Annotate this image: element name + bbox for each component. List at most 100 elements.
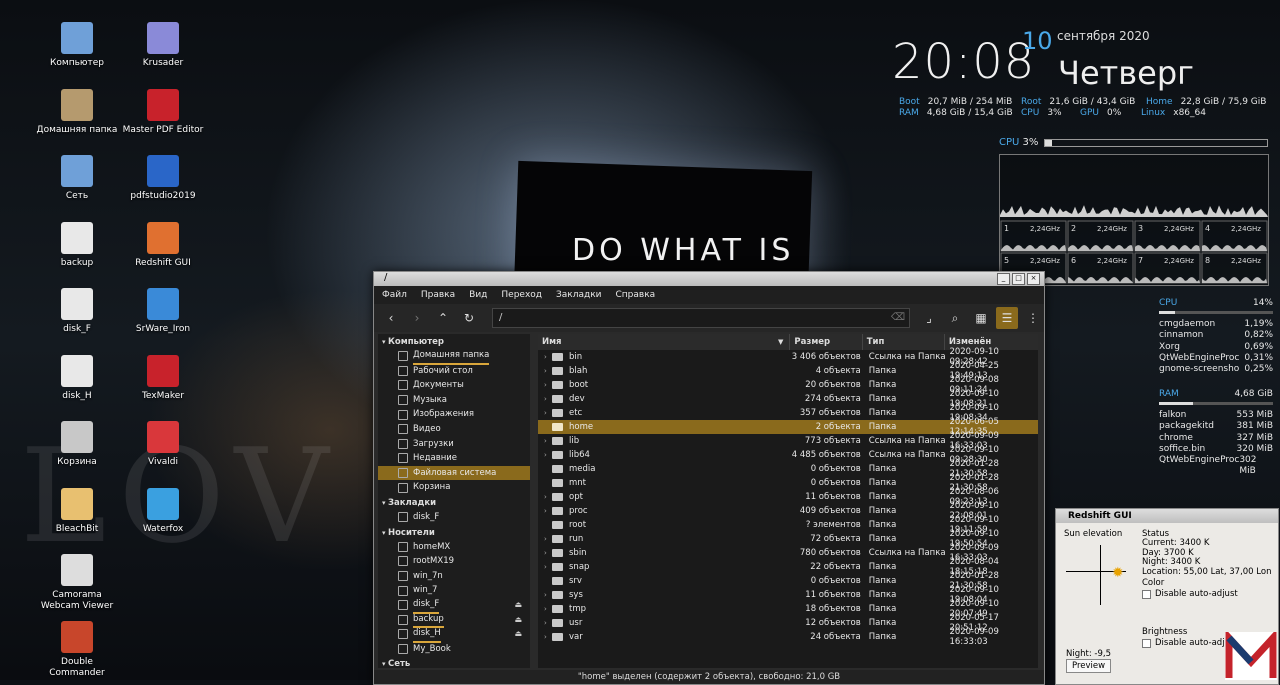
- sidebar-item[interactable]: disk_H ⏏: [378, 627, 530, 643]
- minimize-button[interactable]: _: [997, 273, 1010, 285]
- sidebar-item[interactable]: My_Book: [378, 642, 530, 657]
- type-cell: Папка: [868, 408, 897, 418]
- desktop-icon[interactable]: Camorama Webcam Viewer: [32, 554, 122, 612]
- disable-color-checkbox[interactable]: Disable auto-adjust: [1142, 589, 1238, 599]
- file-row[interactable]: › var 24 объекта Папка 2020-09-09 16:33:03: [538, 627, 1038, 647]
- sidebar-section-header[interactable]: ▾ Закладки: [378, 495, 530, 510]
- expander-icon[interactable]: ›: [544, 619, 552, 627]
- expander-icon[interactable]: ›: [544, 409, 552, 417]
- eject-icon[interactable]: ⏏: [514, 613, 522, 628]
- desktop-icon[interactable]: Vivaldi: [118, 421, 208, 468]
- folder-icon: [552, 465, 563, 473]
- desktop-icon[interactable]: BleachBit: [32, 487, 122, 535]
- column-size[interactable]: Размер: [790, 334, 863, 350]
- expander-icon[interactable]: ›: [544, 437, 552, 445]
- expander-icon[interactable]: ›: [544, 549, 552, 557]
- expander-icon[interactable]: ›: [544, 591, 552, 599]
- desktop-icon[interactable]: Waterfox: [118, 487, 208, 535]
- sidebar-section-header[interactable]: ▾ Сеть: [378, 656, 530, 668]
- desktop-icon[interactable]: Компьютер: [32, 22, 122, 69]
- sidebar-item-label: disk_F: [413, 511, 440, 522]
- sidebar-item[interactable]: disk_F ⏏: [378, 598, 530, 614]
- name-cell: › tmp: [538, 604, 790, 614]
- expander-icon[interactable]: ›: [544, 367, 552, 375]
- up-icon[interactable]: ⌃: [432, 307, 454, 329]
- drive-icon: [398, 629, 408, 640]
- expander-icon[interactable]: ›: [544, 381, 552, 389]
- network-icon: [61, 155, 93, 187]
- sidebar-item[interactable]: win_7n: [378, 569, 530, 584]
- name-cell: › var: [538, 632, 790, 642]
- current-value: 3400 K: [1179, 538, 1210, 548]
- sidebar-item[interactable]: Музыка: [378, 393, 530, 408]
- sidebar-item[interactable]: Корзина: [378, 480, 530, 495]
- eject-icon[interactable]: ⏏: [514, 598, 522, 613]
- sidebar-item-label: win_7n: [413, 570, 443, 581]
- desktop-icon[interactable]: Redshift GUI: [118, 221, 208, 269]
- desktop-icon[interactable]: TexMaker: [118, 354, 208, 402]
- sidebar-item[interactable]: Рабочий стол: [378, 364, 530, 379]
- desktop-icon[interactable]: Корзина: [32, 421, 122, 468]
- menu-item[interactable]: Правка: [421, 290, 455, 300]
- close-button[interactable]: ×: [1027, 273, 1040, 285]
- expander-icon[interactable]: ›: [544, 535, 552, 543]
- path-input[interactable]: / ⌫: [492, 308, 910, 328]
- clear-path-icon[interactable]: ⌫: [891, 309, 905, 327]
- desktop-icon[interactable]: disk_H: [32, 354, 122, 402]
- desktop-icon[interactable]: Домашняя папка: [32, 88, 122, 136]
- sidebar-section-header[interactable]: ▾ Компьютер: [378, 334, 530, 349]
- reload-icon[interactable]: ↻: [458, 307, 480, 329]
- sidebar-item[interactable]: Изображения: [378, 407, 530, 422]
- terminal-icon[interactable]: ⌟: [918, 307, 940, 329]
- sidebar-item[interactable]: win_7: [378, 583, 530, 598]
- desktop-icon[interactable]: backup: [32, 221, 122, 269]
- menu-item[interactable]: Вид: [469, 290, 487, 300]
- menu-item[interactable]: Файл: [382, 290, 407, 300]
- sidebar-item[interactable]: backup ⏏: [378, 613, 530, 629]
- desktop-icon[interactable]: disk_F: [32, 288, 122, 335]
- expander-icon[interactable]: ›: [544, 507, 552, 515]
- desktop-icon[interactable]: SrWare_Iron: [118, 288, 208, 335]
- sidebar-item[interactable]: Загрузки: [378, 437, 530, 452]
- desktop-icon[interactable]: pdfstudio2019: [118, 155, 208, 202]
- column-name[interactable]: Имя ▼: [538, 334, 791, 350]
- checkbox-box[interactable]: [1142, 589, 1151, 599]
- desktop-icon[interactable]: Master PDF Editor: [118, 88, 208, 136]
- column-type[interactable]: Тип: [863, 334, 945, 350]
- sidebar-item[interactable]: Видео: [378, 422, 530, 437]
- sidebar-item[interactable]: Файловая система: [378, 465, 530, 481]
- desktop-icon[interactable]: Double Commander: [32, 620, 122, 679]
- expander-icon[interactable]: ›: [544, 633, 552, 641]
- back-icon[interactable]: ‹: [380, 307, 402, 329]
- menu-item[interactable]: Справка: [616, 290, 656, 300]
- preview-button[interactable]: Preview: [1066, 659, 1112, 673]
- sidebar-section-header[interactable]: ▾ Носители: [378, 525, 530, 540]
- disable-brightness-checkbox[interactable]: Disable auto-adjust: [1142, 638, 1238, 648]
- sidebar-item[interactable]: Документы: [378, 378, 530, 393]
- sidebar-item[interactable]: Домашняя папка: [378, 349, 530, 365]
- expander-icon[interactable]: ›: [544, 395, 552, 403]
- search-icon[interactable]: ⌕: [944, 307, 966, 329]
- menu-item[interactable]: Переход: [501, 290, 542, 300]
- sidebar-item[interactable]: homeMX: [378, 540, 530, 555]
- window-titlebar[interactable]: / _ □ ×: [374, 272, 1044, 286]
- expander-icon[interactable]: ›: [544, 353, 552, 361]
- eject-icon[interactable]: ⏏: [514, 627, 522, 642]
- desktop-icon[interactable]: Krusader: [118, 22, 208, 69]
- icon-view-icon[interactable]: ▦: [970, 307, 992, 329]
- sidebar-item[interactable]: Недавние: [378, 451, 530, 466]
- menu-item[interactable]: Закладки: [556, 290, 602, 300]
- redshift-title[interactable]: Redshift GUI: [1056, 509, 1278, 523]
- sidebar-item[interactable]: disk_F: [378, 510, 530, 525]
- expander-icon[interactable]: ›: [544, 605, 552, 613]
- maximize-button[interactable]: □: [1012, 273, 1025, 285]
- list-view-icon[interactable]: ☰: [996, 307, 1018, 329]
- desktop-icon[interactable]: Сеть: [32, 155, 122, 202]
- expander-icon[interactable]: ›: [544, 493, 552, 501]
- compact-view-icon[interactable]: ⋮: [1022, 307, 1044, 329]
- checkbox-box[interactable]: [1142, 638, 1151, 648]
- sidebar-item[interactable]: rootMX19: [378, 554, 530, 569]
- forward-icon[interactable]: ›: [406, 307, 428, 329]
- expander-icon[interactable]: ›: [544, 563, 552, 571]
- expander-icon[interactable]: ›: [544, 451, 552, 459]
